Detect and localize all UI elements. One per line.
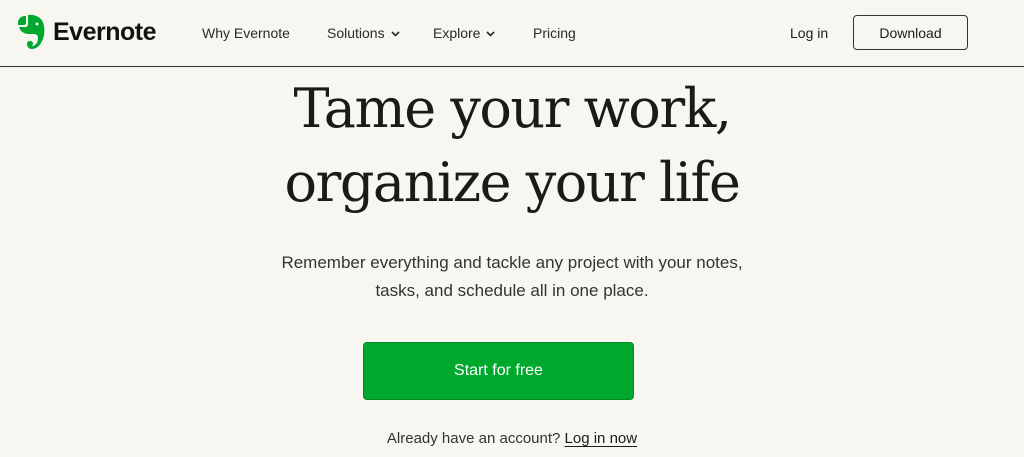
nav-explore-label: Explore	[433, 25, 481, 41]
login-link[interactable]: Log in	[790, 22, 828, 44]
nav-solutions-label: Solutions	[327, 25, 385, 41]
hero-subtitle-line-2: tasks, and schedule all in one place.	[375, 281, 649, 300]
evernote-logo[interactable]: Evernote	[16, 14, 156, 50]
log-in-now-link[interactable]: Log in now	[565, 430, 638, 447]
start-for-free-button[interactable]: Start for free	[363, 342, 634, 400]
nav-pricing[interactable]: Pricing	[533, 22, 576, 44]
top-navigation-bar: Evernote Why Evernote Solutions Explore …	[0, 0, 1024, 67]
hero-title-line-2: organize your life	[284, 151, 741, 214]
page: Evernote Why Evernote Solutions Explore …	[0, 0, 1024, 457]
account-prompt-text: Already have an account?	[386, 430, 561, 447]
download-button[interactable]: Download	[853, 15, 968, 50]
nav-solutions-dropdown[interactable]: Solutions	[327, 22, 401, 44]
hero-subtitle: Remember everything and tackle any proje…	[0, 249, 1024, 305]
hero-title: Tame your work, organize your life	[0, 72, 1024, 220]
nav-pricing-label: Pricing	[533, 25, 576, 41]
logo-text: Evernote	[53, 17, 156, 46]
chevron-down-icon	[391, 30, 400, 37]
hero-title-line-1: Tame your work,	[293, 77, 732, 140]
elephant-icon	[18, 14, 45, 50]
chevron-down-icon	[486, 30, 496, 37]
existing-account-prompt: Already have an account? Log in now	[0, 428, 1024, 450]
nav-why-evernote-label: Why Evernote	[202, 25, 290, 41]
hero-subtitle-line-1: Remember everything and tackle any proje…	[281, 253, 743, 272]
nav-why-evernote[interactable]: Why Evernote	[202, 22, 290, 44]
nav-explore-dropdown[interactable]: Explore	[433, 22, 496, 44]
